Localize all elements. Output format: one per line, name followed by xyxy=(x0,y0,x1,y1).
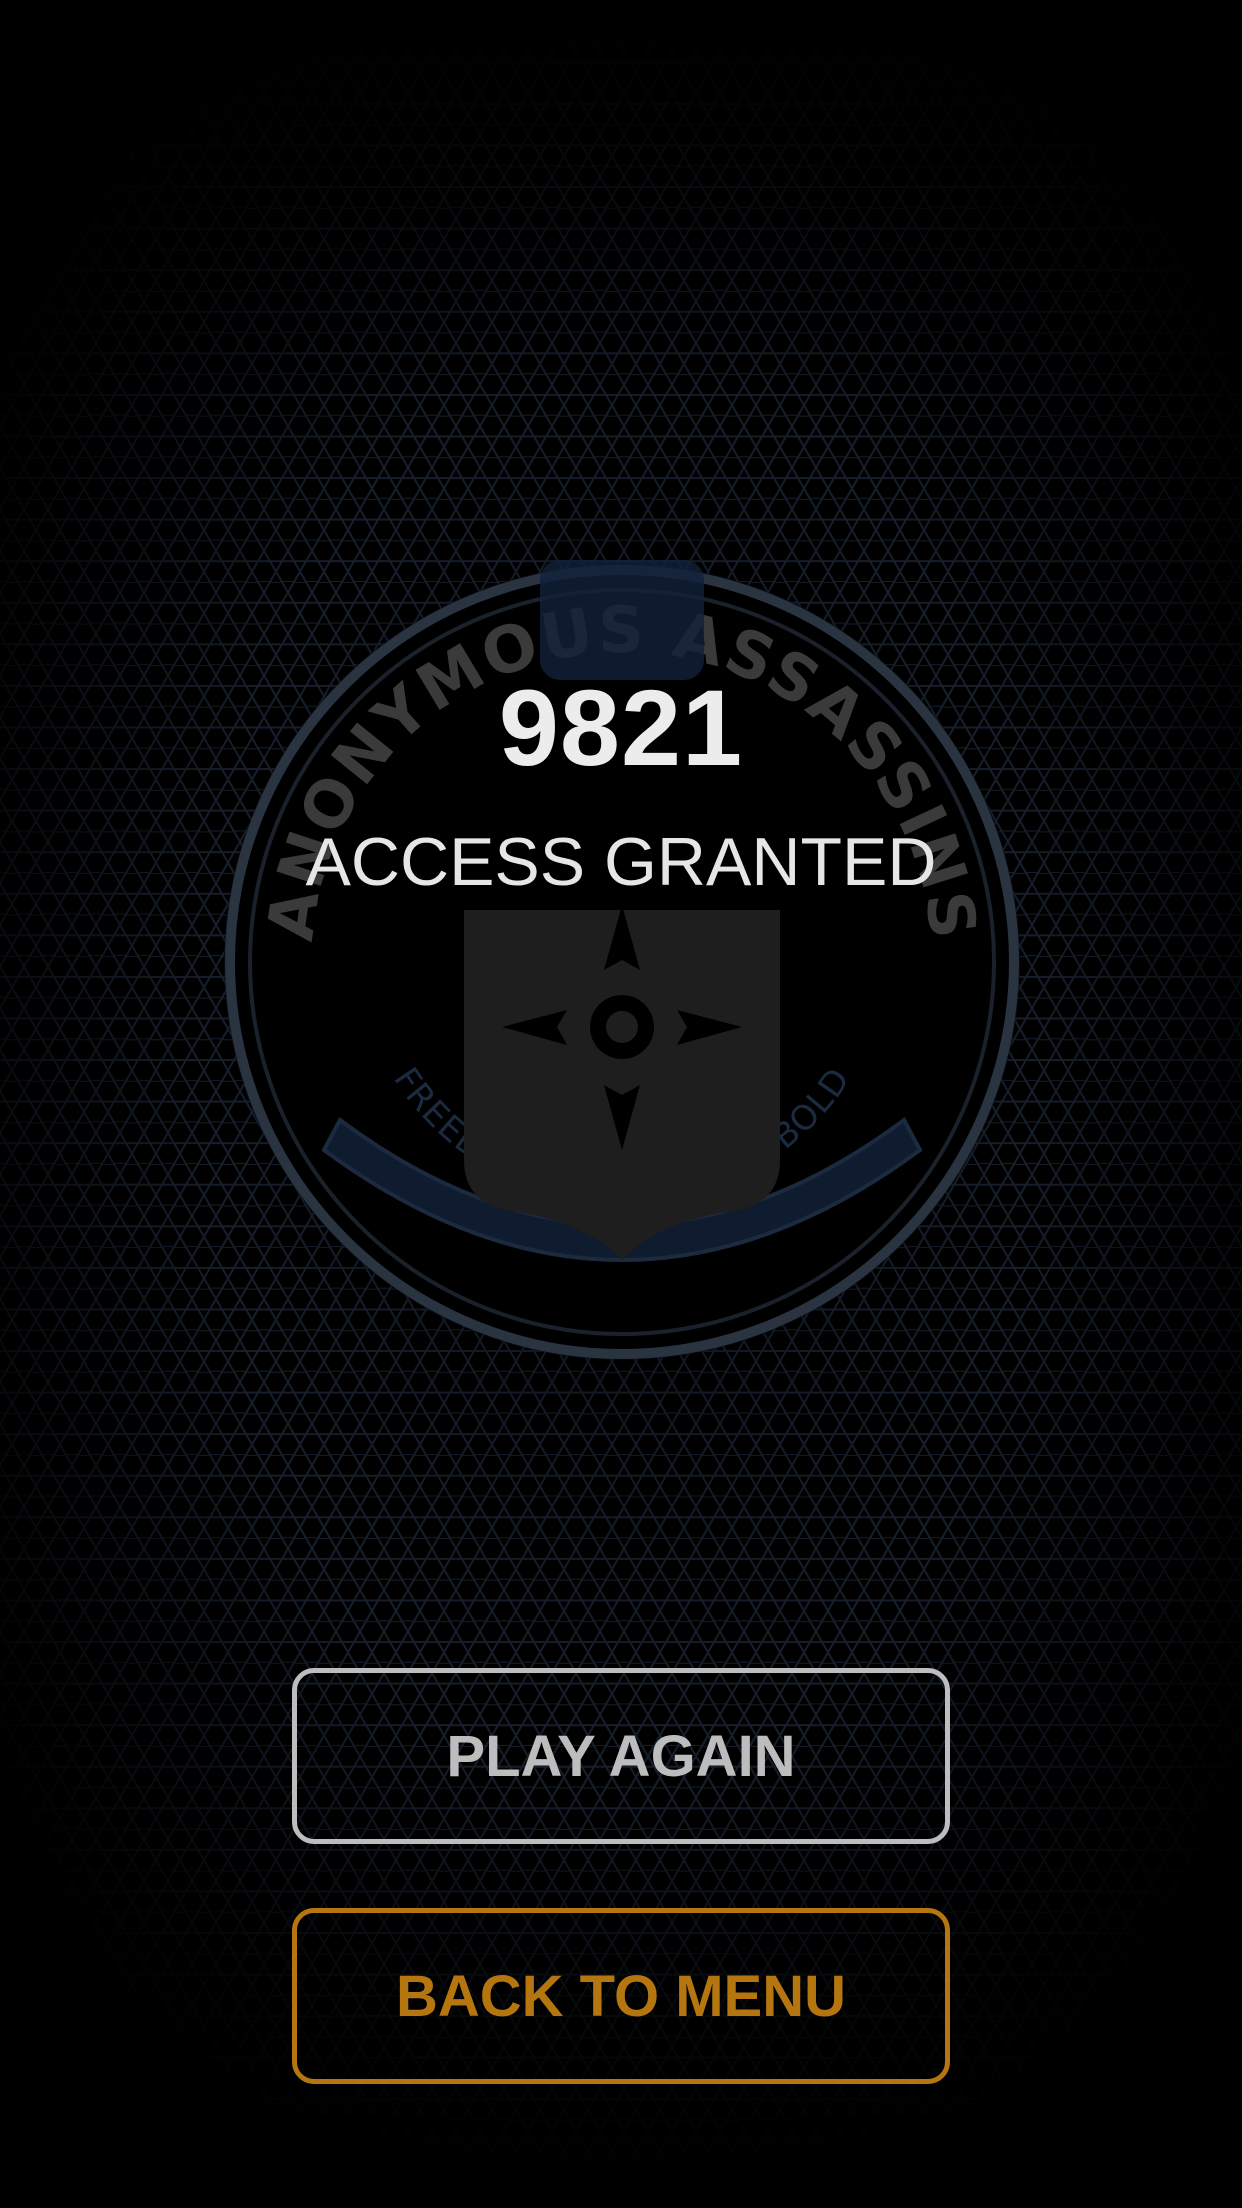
play-again-button[interactable]: PLAY AGAIN xyxy=(292,1668,950,1844)
access-code: 9821 xyxy=(498,667,744,788)
back-to-menu-button[interactable]: BACK TO MENU xyxy=(292,1908,950,2084)
access-status: ACCESS GRANTED xyxy=(305,824,937,900)
